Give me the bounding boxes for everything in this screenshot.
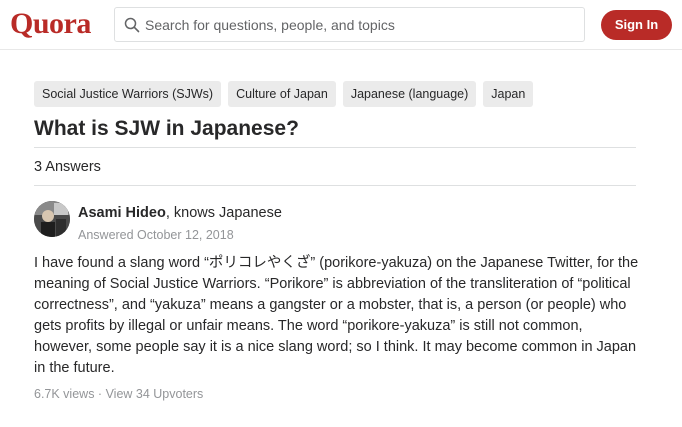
answers-count: 3 Answers — [34, 159, 101, 175]
avatar-photo — [34, 201, 70, 237]
quora-logo[interactable]: Quora — [10, 6, 91, 42]
views-count: 6.7K views — [34, 387, 95, 401]
author-info: Asami Hideo, knows Japanese — [78, 204, 282, 222]
stats-separator: · — [94, 387, 106, 401]
author-credential: , knows Japanese — [165, 205, 282, 221]
author-avatar[interactable] — [34, 201, 70, 237]
search-input[interactable] — [145, 8, 575, 41]
topic-tag-culture-of-japan[interactable]: Culture of Japan — [228, 81, 336, 107]
answer-date[interactable]: Answered October 12, 2018 — [78, 227, 234, 243]
search-bar[interactable] — [114, 7, 585, 42]
topic-tag-japanese-language[interactable]: Japanese (language) — [342, 81, 477, 107]
author-name[interactable]: Asami Hideo — [78, 205, 166, 221]
question-title[interactable]: What is SJW in Japanese? — [34, 115, 299, 143]
topic-tags: Social Justice Warriors (SJWs) Culture o… — [34, 81, 534, 107]
sign-in-button[interactable]: Sign In — [601, 10, 672, 40]
divider — [34, 185, 636, 186]
answer-stats: 6.7K views · View 34 Upvoters — [34, 386, 203, 402]
answer-body: I have found a slang word “ポリコレやくざ” (por… — [34, 255, 639, 376]
topic-tag-sjws[interactable]: Social Justice Warriors (SJWs) — [34, 81, 222, 107]
top-navbar: Quora Sign In — [0, 0, 682, 50]
divider — [34, 147, 636, 148]
topic-tag-japan[interactable]: Japan — [483, 81, 534, 107]
view-upvoters-link[interactable]: View 34 Upvoters — [106, 387, 204, 401]
search-icon — [124, 17, 140, 33]
